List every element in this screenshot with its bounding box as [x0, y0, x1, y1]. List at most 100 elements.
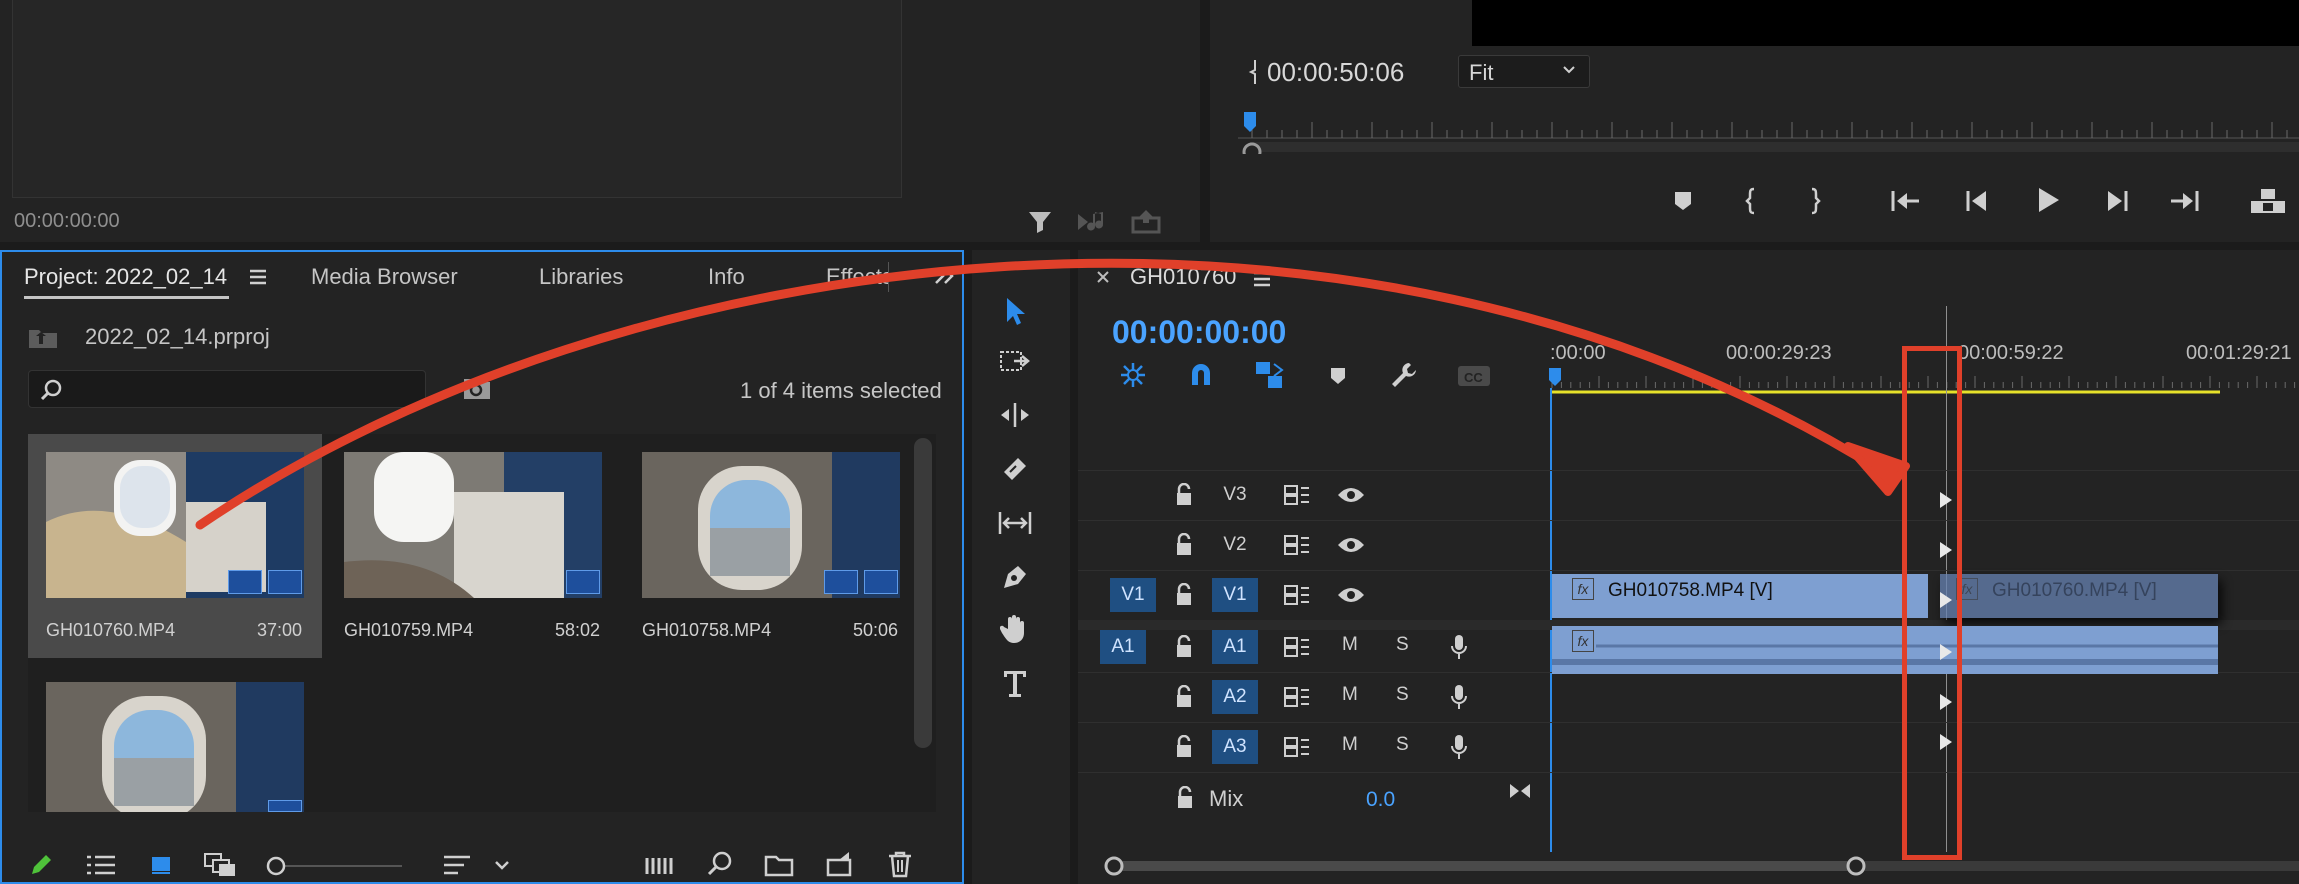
mark-out-icon[interactable]: [1800, 184, 1830, 218]
razor-tool-icon[interactable]: [994, 448, 1036, 490]
track-target-a3[interactable]: A3: [1212, 730, 1258, 764]
more-tabs-icon[interactable]: [930, 262, 960, 290]
captions-icon[interactable]: CC: [1454, 360, 1494, 392]
mute-button[interactable]: M: [1342, 684, 1358, 706]
track-target-v1[interactable]: V1: [1212, 578, 1258, 612]
solo-button[interactable]: S: [1396, 634, 1409, 656]
lock-icon[interactable]: [1170, 580, 1198, 610]
program-timecode[interactable]: 00:00:50:06: [1267, 57, 1404, 88]
project-item[interactable]: [28, 664, 322, 812]
sequence-tab[interactable]: GH010760: [1130, 264, 1236, 290]
tab-libraries[interactable]: Libraries: [539, 264, 623, 290]
panel-menu-icon[interactable]: [1250, 266, 1274, 292]
lock-icon[interactable]: [1170, 682, 1198, 712]
tab-media-browser[interactable]: Media Browser: [311, 264, 458, 290]
mute-button[interactable]: M: [1342, 734, 1358, 756]
sync-lock-icon[interactable]: [1280, 732, 1314, 762]
insert-audio-icon[interactable]: [1074, 206, 1110, 238]
step-forward-icon[interactable]: [2100, 184, 2134, 218]
mark-in-icon[interactable]: [1736, 184, 1766, 218]
source-patch-a1[interactable]: A1: [1100, 630, 1146, 664]
mute-button[interactable]: M: [1342, 634, 1358, 656]
sync-lock-icon[interactable]: [1280, 632, 1314, 662]
export-frame-icon[interactable]: [1128, 206, 1164, 238]
pen-tool-icon[interactable]: [994, 556, 1036, 598]
search-input[interactable]: [28, 370, 426, 408]
dragged-clip-video[interactable]: fx GH010760.MP4 [V]: [1940, 574, 2218, 618]
microphone-icon[interactable]: [1446, 732, 1472, 762]
sync-lock-icon[interactable]: [1280, 530, 1314, 560]
step-back-icon[interactable]: [1960, 184, 1994, 218]
sync-lock-icon[interactable]: [1280, 580, 1314, 610]
project-item[interactable]: GH010759.MP4 58:02: [326, 434, 620, 658]
sort-icons-icon[interactable]: [440, 850, 474, 880]
source-viewport[interactable]: [12, 0, 902, 198]
lock-icon[interactable]: [1172, 784, 1198, 812]
zoom-slider[interactable]: [264, 856, 404, 876]
project-item[interactable]: GH010760.MP4 37:00: [28, 434, 322, 658]
hand-tool-icon[interactable]: [994, 608, 1036, 650]
freeform-view-icon[interactable]: [202, 850, 238, 880]
play-icon[interactable]: [2030, 182, 2066, 218]
sync-lock-icon[interactable]: [1280, 682, 1314, 712]
find-icon[interactable]: [704, 848, 736, 880]
track-target-v2[interactable]: V2: [1212, 528, 1258, 562]
icon-view-icon[interactable]: [146, 850, 176, 880]
slip-tool-icon[interactable]: [994, 502, 1036, 544]
tab-info[interactable]: Info: [708, 264, 745, 290]
new-item-icon[interactable]: [822, 848, 856, 880]
list-view-icon[interactable]: [84, 850, 118, 880]
filter-icon[interactable]: [1024, 206, 1056, 238]
tab-project[interactable]: Project: 2022_02_14: [24, 264, 227, 290]
microphone-icon[interactable]: [1446, 682, 1472, 712]
add-marker-icon[interactable]: [1668, 186, 1698, 216]
find-icon[interactable]: [460, 372, 494, 404]
eye-icon[interactable]: [1334, 480, 1368, 510]
timeline-scrollbar[interactable]: [1104, 856, 2299, 876]
snap-icon[interactable]: [1184, 358, 1218, 392]
new-bin-icon[interactable]: [762, 850, 796, 880]
project-item[interactable]: GH010758.MP4 50:06: [624, 434, 918, 658]
wrench-icon[interactable]: [1386, 358, 1422, 392]
add-marker-icon[interactable]: [1322, 360, 1354, 392]
microphone-icon[interactable]: [1446, 632, 1472, 662]
type-tool-icon[interactable]: [994, 662, 1036, 704]
lock-icon[interactable]: [1170, 480, 1198, 510]
go-to-in-icon[interactable]: [1888, 184, 1924, 218]
pencil-icon[interactable]: [26, 850, 56, 880]
ripple-edit-tool-icon[interactable]: [994, 394, 1036, 436]
program-time-ruler[interactable]: [1238, 108, 2299, 154]
chevron-down-icon[interactable]: [490, 852, 514, 878]
collapse-icon[interactable]: [1506, 778, 1534, 804]
zoom-select[interactable]: Fit: [1458, 55, 1590, 88]
close-icon[interactable]: [1092, 266, 1114, 288]
solo-button[interactable]: S: [1396, 684, 1409, 706]
lock-icon[interactable]: [1170, 530, 1198, 560]
lock-icon[interactable]: [1170, 632, 1198, 662]
track-target-v3[interactable]: V3: [1212, 478, 1258, 512]
linked-selection-icon[interactable]: [1252, 358, 1288, 392]
timeline-clip-video[interactable]: fx GH010758.MP4 [V]: [1552, 574, 1928, 618]
lock-icon[interactable]: [1170, 732, 1198, 762]
sync-lock-icon[interactable]: [1280, 480, 1314, 510]
eye-icon[interactable]: [1334, 530, 1368, 560]
mix-value[interactable]: 0.0: [1366, 788, 1395, 812]
source-patch-v1[interactable]: V1: [1110, 578, 1156, 612]
eye-icon[interactable]: [1334, 580, 1368, 610]
lift-icon[interactable]: [2248, 184, 2288, 218]
bin-up-folder-icon[interactable]: [26, 322, 60, 352]
tab-effects[interactable]: Effects: [826, 264, 888, 290]
source-timecode[interactable]: 00:00:00:00: [14, 210, 120, 233]
playhead-timecode[interactable]: 00:00:00:00: [1112, 314, 1286, 351]
nest-sequence-icon[interactable]: [1116, 358, 1150, 392]
go-to-out-icon[interactable]: [2166, 184, 2202, 218]
panel-menu-icon[interactable]: [246, 264, 270, 290]
solo-button[interactable]: S: [1396, 734, 1409, 756]
track-target-a2[interactable]: A2: [1212, 680, 1258, 714]
track-select-tool-icon[interactable]: [994, 340, 1036, 382]
track-target-a1[interactable]: A1: [1212, 630, 1258, 664]
selection-tool-icon[interactable]: [994, 290, 1036, 332]
trash-icon[interactable]: [884, 848, 916, 880]
automate-to-sequence-icon[interactable]: [642, 850, 676, 880]
timeline-clip-audio[interactable]: fx: [1552, 626, 2218, 674]
